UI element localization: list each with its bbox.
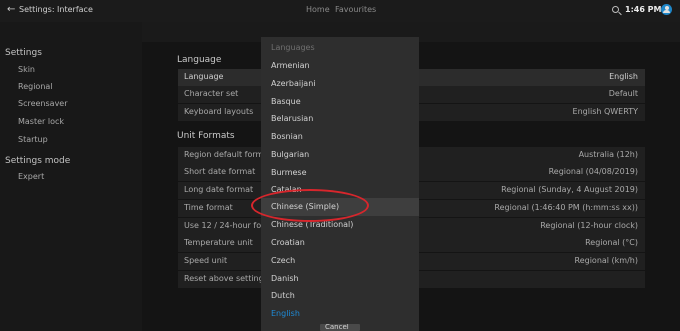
language-option-bulgarian[interactable]: Bulgarian bbox=[261, 146, 419, 164]
language-option-bosnian[interactable]: Bosnian bbox=[261, 128, 419, 146]
sidebar-item-master-lock[interactable]: Master lock bbox=[18, 117, 64, 126]
sidebar-item-screensaver[interactable]: Screensaver bbox=[18, 99, 68, 108]
language-option-english[interactable]: English bbox=[261, 305, 419, 323]
setting-value: English QWERTY bbox=[572, 107, 638, 116]
back-arrow-icon[interactable]: ← bbox=[7, 4, 15, 15]
option-label: English bbox=[271, 309, 300, 318]
setting-value: Regional (1:46:40 PM (h:mm:ss xx)) bbox=[494, 203, 638, 212]
search-icon[interactable] bbox=[612, 6, 619, 13]
language-option-armenian[interactable]: Armenian bbox=[261, 57, 419, 75]
option-label: Belarusian bbox=[271, 114, 314, 123]
setting-value: Regional (04/08/2019) bbox=[548, 167, 638, 176]
language-option-belarusian[interactable]: Belarusian bbox=[261, 110, 419, 128]
sidebar-item-regional[interactable]: Regional bbox=[18, 82, 53, 91]
nav-home[interactable]: Home bbox=[306, 5, 330, 14]
setting-value: Australia (12h) bbox=[578, 150, 638, 159]
setting-value: Regional (12-hour clock) bbox=[540, 221, 638, 230]
sidebar-item-expert[interactable]: Expert bbox=[18, 172, 44, 181]
cancel-button[interactable]: Cancel bbox=[320, 324, 360, 331]
sidebar-item-startup[interactable]: Startup bbox=[18, 135, 48, 144]
option-label: Bulgarian bbox=[271, 150, 310, 159]
option-label: Czech bbox=[271, 256, 296, 265]
sidebar-heading-settings-mode: Settings mode bbox=[5, 156, 71, 166]
setting-label: Keyboard layouts bbox=[184, 107, 254, 116]
option-label: Armenian bbox=[271, 61, 310, 70]
option-label: Azerbaijani bbox=[271, 79, 316, 88]
section-title-language: Language bbox=[177, 55, 222, 65]
language-option-basque[interactable]: Basque bbox=[261, 93, 419, 111]
option-label: Dutch bbox=[271, 291, 295, 300]
setting-value: Regional (°C) bbox=[585, 238, 638, 247]
sidebar-heading-settings: Settings bbox=[5, 48, 42, 58]
setting-label: Region default format bbox=[184, 150, 272, 159]
language-option-burmese[interactable]: Burmese bbox=[261, 164, 419, 182]
setting-value: Regional (km/h) bbox=[574, 256, 639, 265]
option-label: Bosnian bbox=[271, 132, 303, 141]
cancel-label: Cancel bbox=[325, 324, 349, 331]
option-label: Catalan bbox=[271, 185, 302, 194]
setting-value: Regional (Sunday, 4 August 2019) bbox=[501, 185, 638, 194]
language-option-chinese-simple[interactable]: Chinese (Simple) bbox=[261, 198, 419, 216]
language-option-dutch[interactable]: Dutch bbox=[261, 287, 419, 305]
dialog-title: Languages bbox=[271, 43, 315, 52]
section-title-unit-formats: Unit Formats bbox=[177, 131, 235, 141]
nav-favourites[interactable]: Favourites bbox=[335, 5, 376, 14]
option-label: Basque bbox=[271, 97, 301, 106]
option-label: Burmese bbox=[271, 168, 307, 177]
language-option-croatian[interactable]: Croatian bbox=[261, 234, 419, 252]
language-option-azerbaijani[interactable]: Azerbaijani bbox=[261, 75, 419, 93]
language-option-danish[interactable]: Danish bbox=[261, 270, 419, 288]
language-option-catalan[interactable]: Catalan bbox=[261, 181, 419, 199]
option-label: Danish bbox=[271, 274, 299, 283]
language-option-czech[interactable]: Czech bbox=[261, 252, 419, 270]
setting-label: Character set bbox=[184, 89, 239, 98]
option-label: Chinese (Simple) bbox=[271, 202, 340, 211]
option-label: Croatian bbox=[271, 238, 305, 247]
language-option-chinese-traditional[interactable]: Chinese (Traditional) bbox=[261, 216, 419, 234]
setting-value: Default bbox=[608, 89, 638, 98]
setting-label: Speed unit bbox=[184, 256, 228, 265]
sidebar-item-skin[interactable]: Skin bbox=[18, 65, 35, 74]
setting-label: Time format bbox=[184, 203, 233, 212]
setting-value: English bbox=[609, 72, 638, 81]
top-bar: ← Settings: Interface Home Favourites 1:… bbox=[0, 0, 680, 22]
setting-label: Temperature unit bbox=[184, 238, 253, 247]
clock: 1:46 PM bbox=[625, 5, 662, 14]
setting-label: Language bbox=[184, 72, 224, 81]
option-label: Chinese (Traditional) bbox=[271, 220, 354, 229]
window-title: Settings: Interface bbox=[19, 5, 93, 14]
languages-dialog: Languages Armenian Azerbaijani Basque Be… bbox=[261, 37, 419, 331]
setting-label: Short date format bbox=[184, 167, 256, 176]
setting-label: Long date format bbox=[184, 185, 254, 194]
user-avatar-icon[interactable] bbox=[661, 4, 672, 15]
